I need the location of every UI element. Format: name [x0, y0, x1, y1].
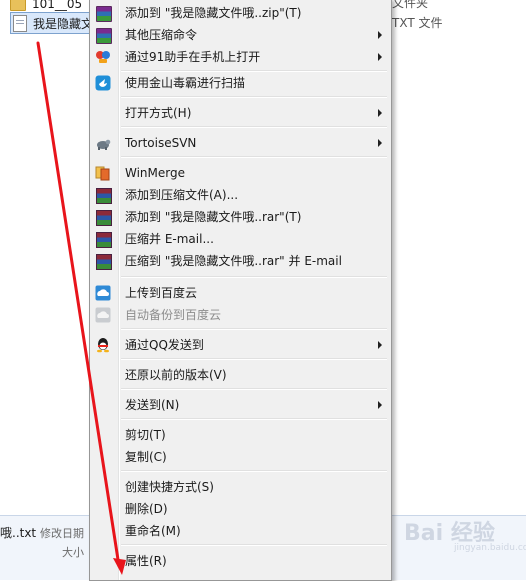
menu-separator	[121, 96, 387, 98]
watermark-url: jingyan.baidu.com	[454, 543, 526, 553]
menu-item-label: 上传到百度云	[125, 286, 198, 300]
menu-separator	[121, 276, 387, 278]
menu-item-91-assistant[interactable]: 通过91助手在手机上打开	[90, 46, 391, 68]
menu-item-compress-rar-email[interactable]: 压缩到 "我是隐藏文件哦..rar" 并 E-mail	[90, 250, 391, 272]
baidu-jingyan-watermark: Bai 经验 jingyan.baidu.com	[404, 515, 526, 553]
menu-item-send-to[interactable]: 发送到(N)	[90, 394, 391, 416]
menu-item-label: 使用金山毒霸进行扫描	[125, 76, 246, 90]
menu-item-label: 创建快捷方式(S)	[125, 480, 214, 494]
menu-item-delete[interactable]: 删除(D)	[90, 498, 391, 520]
winrar-icon	[96, 232, 112, 248]
tortoisesvn-icon	[97, 139, 111, 150]
menu-item-label: 重命名(M)	[125, 524, 181, 538]
menu-item-upload-baidu-cloud[interactable]: 上传到百度云	[90, 282, 391, 304]
baidu-cloud-backup-icon	[95, 307, 111, 323]
baidu-cloud-icon	[95, 285, 111, 301]
file-name: 我是隐藏文	[33, 16, 94, 31]
menu-separator	[121, 126, 387, 128]
submenu-arrow-icon	[378, 109, 382, 117]
menu-separator	[121, 470, 387, 472]
menu-item-other-compress[interactable]: 其他压缩命令	[90, 24, 391, 46]
submenu-arrow-icon	[378, 401, 382, 409]
submenu-arrow-icon	[378, 53, 382, 61]
menu-item-label: 删除(D)	[125, 502, 168, 516]
menu-item-label: 自动备份到百度云	[125, 308, 222, 322]
winmerge-icon	[95, 166, 110, 181]
menu-separator	[121, 418, 387, 420]
menu-separator	[121, 328, 387, 330]
details-file-name: 哦..txt	[0, 526, 37, 540]
menu-item-create-shortcut[interactable]: 创建快捷方式(S)	[90, 476, 391, 498]
winrar-zip-icon	[96, 6, 112, 22]
menu-separator	[121, 358, 387, 360]
file-type: TXT 文件	[392, 16, 443, 30]
menu-item-label: 发送到(N)	[125, 398, 180, 412]
kingsoft-antivirus-icon	[95, 75, 111, 91]
submenu-arrow-icon	[378, 31, 382, 39]
menu-item-label: 复制(C)	[125, 450, 167, 464]
file-name: 101__05	[32, 0, 83, 11]
submenu-arrow-icon	[378, 139, 382, 147]
menu-item-label: WinMerge	[125, 166, 185, 180]
menu-item-restore-previous-versions[interactable]: 还原以前的版本(V)	[90, 364, 391, 386]
menu-item-label: 属性(R)	[125, 554, 167, 568]
menu-item-label: 通过QQ发送到	[125, 338, 204, 352]
menu-item-auto-backup-baidu-cloud: 自动备份到百度云	[90, 304, 391, 326]
menu-item-open-with[interactable]: 打开方式(H)	[90, 102, 391, 124]
menu-separator	[121, 156, 387, 158]
91-assistant-icon	[96, 51, 110, 63]
menu-item-tortoisesvn[interactable]: TortoiseSVN	[90, 132, 391, 154]
file-type: 文件夹	[392, 0, 429, 10]
menu-item-cut[interactable]: 剪切(T)	[90, 424, 391, 446]
winrar-zip-icon	[96, 28, 112, 44]
menu-separator	[121, 388, 387, 390]
menu-item-add-to-zip[interactable]: 添加到 "我是隐藏文件哦..zip"(T)	[90, 2, 391, 24]
menu-item-add-to-rar[interactable]: 添加到 "我是隐藏文件哦..rar"(T)	[90, 206, 391, 228]
menu-item-label: 打开方式(H)	[125, 106, 192, 120]
menu-item-compress-email[interactable]: 压缩并 E-mail...	[90, 228, 391, 250]
menu-item-label: 剪切(T)	[125, 428, 166, 442]
menu-item-label: TortoiseSVN	[125, 136, 197, 150]
menu-item-label: 添加到 "我是隐藏文件哦..rar"(T)	[125, 210, 302, 224]
winrar-icon	[96, 254, 112, 270]
menu-item-label: 压缩到 "我是隐藏文件哦..rar" 并 E-mail	[125, 254, 342, 268]
details-size-label: 大小	[62, 546, 84, 559]
menu-item-rename[interactable]: 重命名(M)	[90, 520, 391, 542]
qq-icon	[97, 338, 109, 353]
details-modified-label: 修改日期	[40, 527, 84, 540]
file-row-selected-txt[interactable]: 我是隐藏文	[10, 12, 99, 34]
menu-item-kingsoft-scan[interactable]: 使用金山毒霸进行扫描	[90, 72, 391, 94]
menu-item-add-to-archive[interactable]: 添加到压缩文件(A)...	[90, 184, 391, 206]
menu-item-send-via-qq[interactable]: 通过QQ发送到	[90, 334, 391, 356]
menu-item-winmerge[interactable]: WinMerge	[90, 162, 391, 184]
txt-file-icon	[13, 14, 27, 32]
menu-item-label: 添加到 "我是隐藏文件哦..zip"(T)	[125, 6, 302, 20]
winrar-icon	[96, 210, 112, 226]
menu-item-label: 还原以前的版本(V)	[125, 368, 227, 382]
menu-item-label: 其他压缩命令	[125, 28, 198, 42]
folder-icon	[10, 0, 26, 11]
menu-separator	[121, 544, 387, 546]
context-menu: 添加到 "我是隐藏文件哦..zip"(T) 其他压缩命令 通过91助手在手机上打…	[89, 0, 392, 581]
menu-item-label: 添加到压缩文件(A)...	[125, 188, 239, 202]
menu-item-label: 通过91助手在手机上打开	[125, 50, 261, 64]
menu-item-properties[interactable]: 属性(R)	[90, 550, 391, 572]
menu-item-copy[interactable]: 复制(C)	[90, 446, 391, 468]
winrar-icon	[96, 188, 112, 204]
menu-item-label: 压缩并 E-mail...	[125, 232, 214, 246]
submenu-arrow-icon	[378, 341, 382, 349]
